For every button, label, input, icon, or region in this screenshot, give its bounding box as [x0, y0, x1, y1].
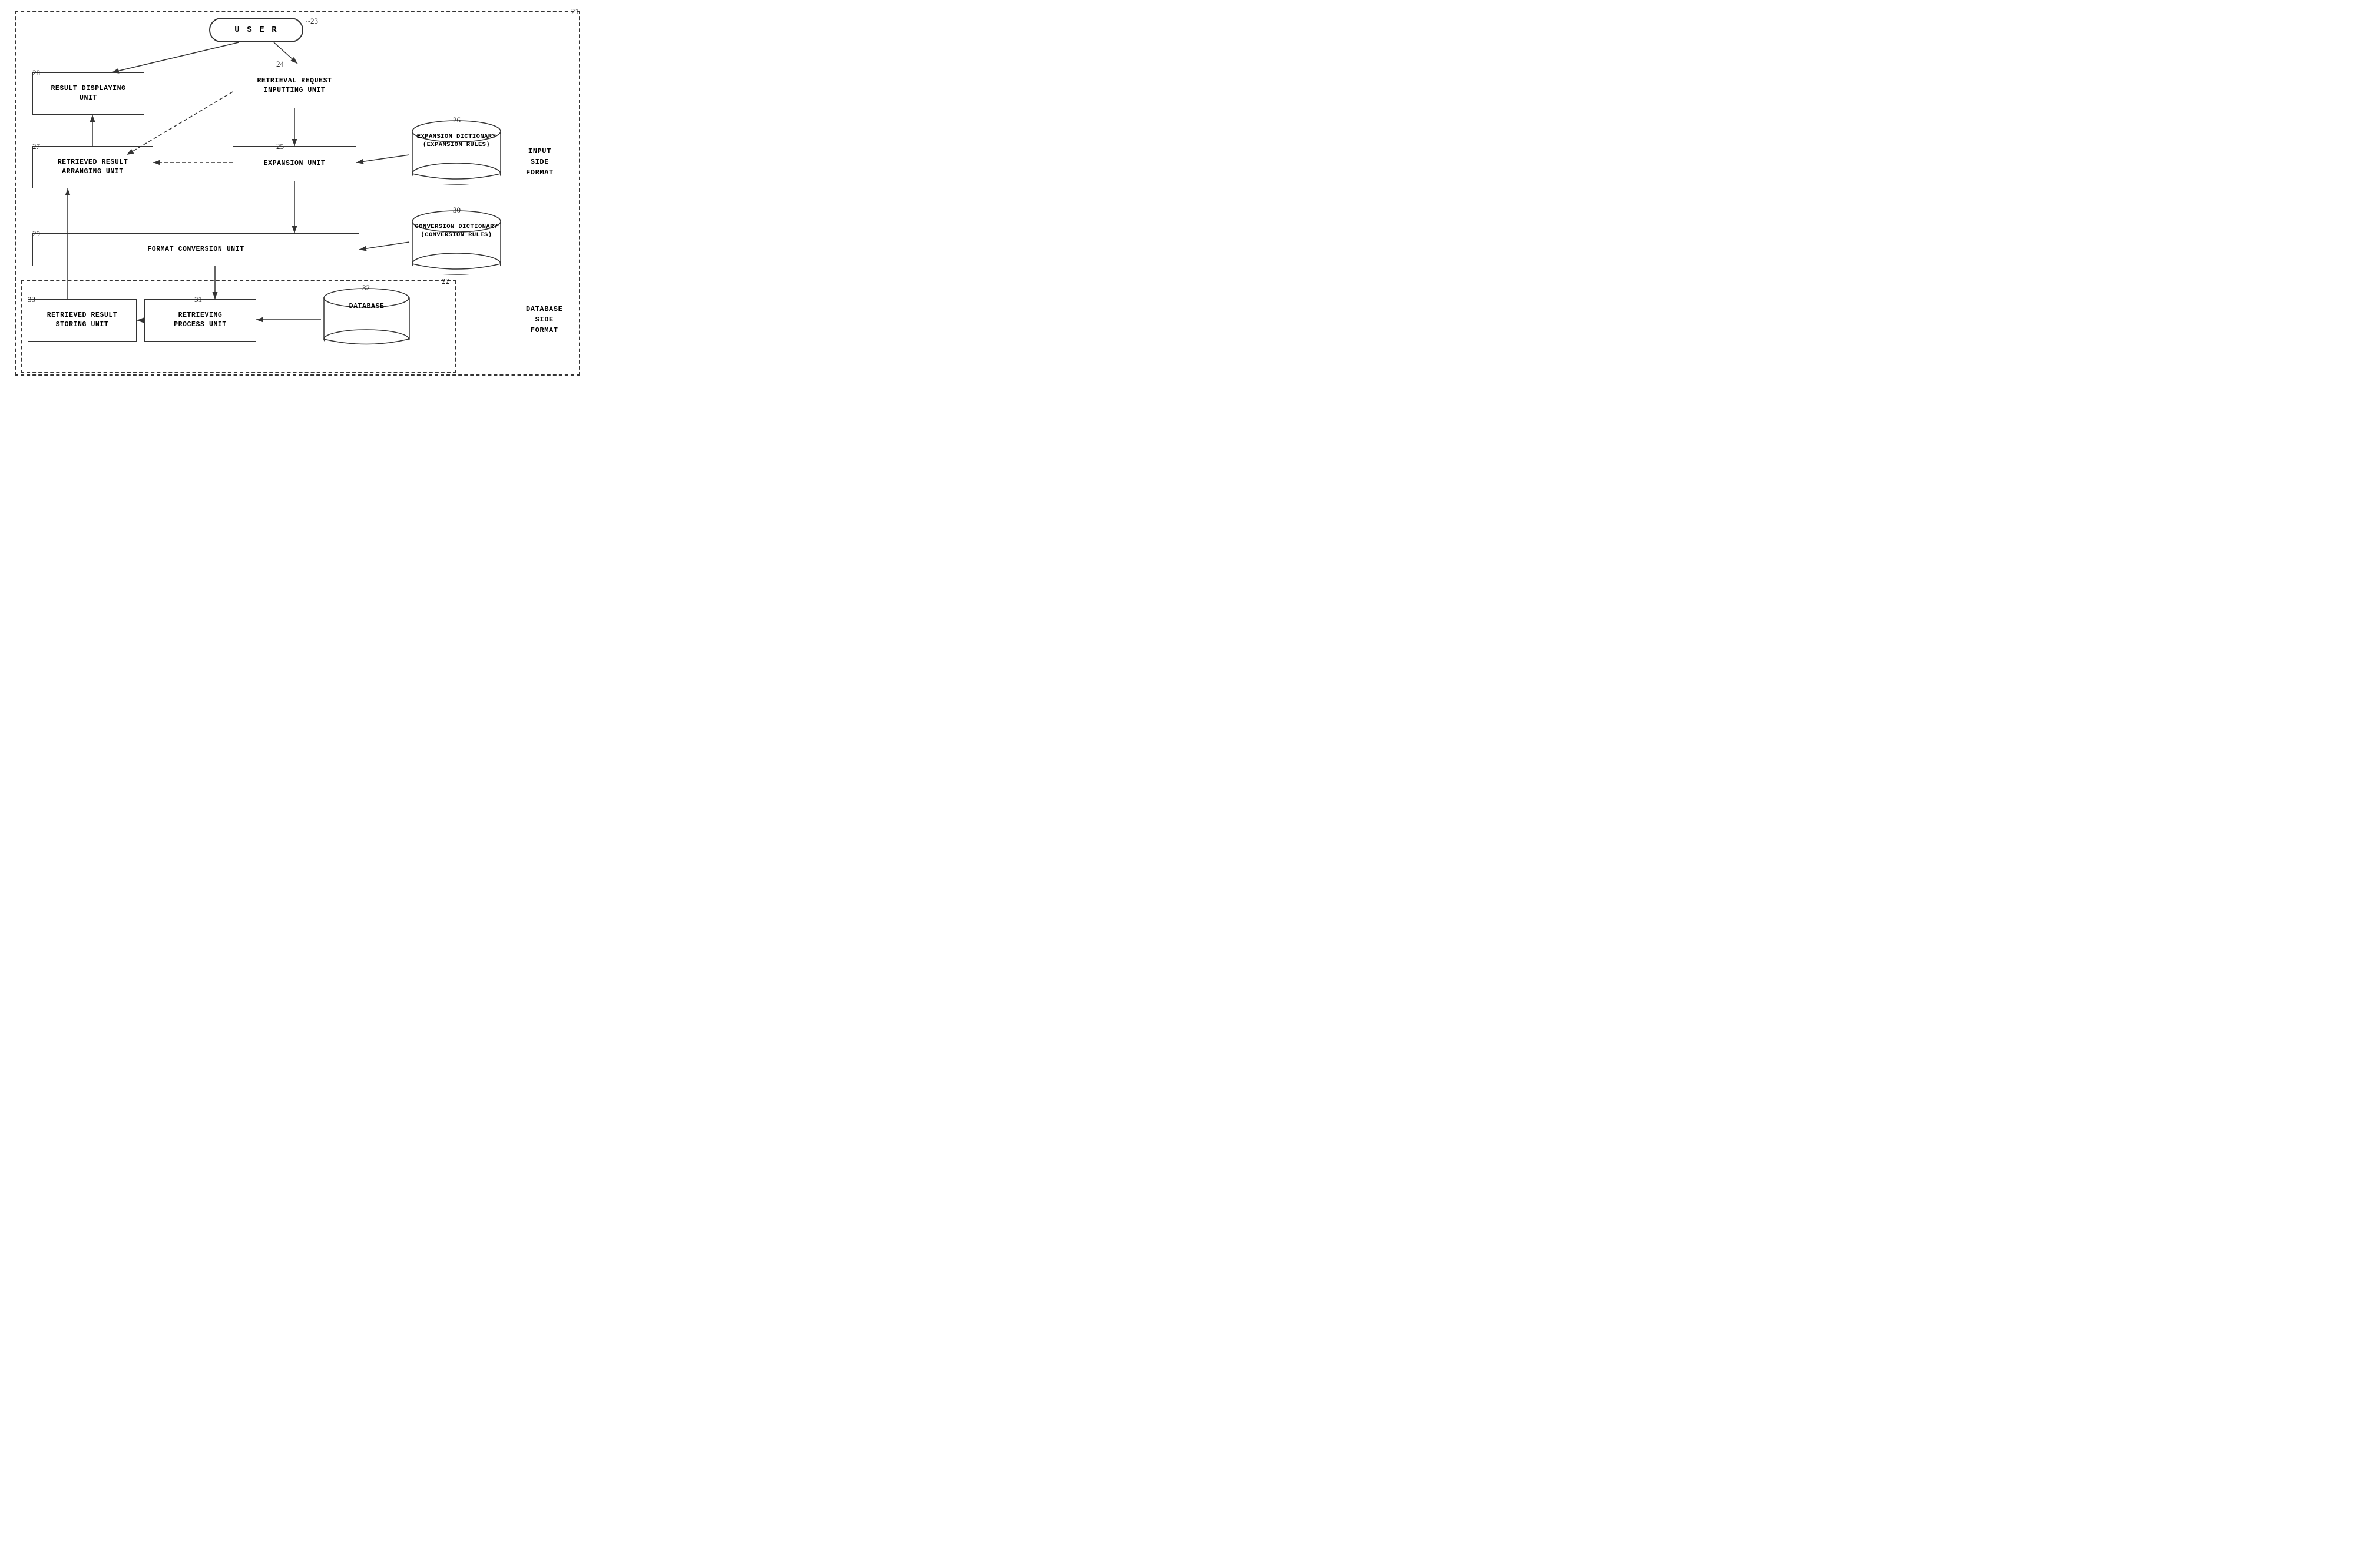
database-cylinder: DATABASE: [321, 287, 412, 349]
retrieving-process-box: RETRIEVINGPROCESS UNIT: [144, 299, 256, 342]
ref-24: 24: [276, 59, 284, 69]
user-label: U S E R: [234, 25, 278, 35]
database-side-label: DATABASESIDEFORMAT: [526, 304, 562, 336]
expansion-dictionary-cylinder: EXPANSION DICTIONARY(EXPANSION RULES): [409, 120, 504, 184]
retrieving-process-label: RETRIEVINGPROCESS UNIT: [174, 311, 227, 330]
user-node: U S E R: [209, 18, 303, 42]
expansion-unit-box: EXPANSION UNIT: [233, 146, 356, 181]
result-displaying-label: RESULT DISPLAYINGUNIT: [51, 84, 125, 103]
ref-22: 22: [442, 277, 449, 286]
ref-32: 32: [362, 283, 370, 293]
diagram-container: 21 22 U S E R ~23 RESULT DISPLAYINGUNIT …: [9, 5, 586, 382]
database-label: DATABASE: [349, 303, 385, 310]
conversion-dictionary-cylinder: CONVERSION DICTIONARY(CONVERSION RULES): [409, 210, 504, 274]
retrieved-result-storing-label: RETRIEVED RESULTSTORING UNIT: [47, 311, 118, 330]
format-conversion-box: FORMAT CONVERSION UNIT: [32, 233, 359, 266]
ref-33: 33: [28, 295, 35, 304]
ref-27: 27: [32, 142, 40, 151]
ref-29: 29: [32, 229, 40, 238]
ref-30: 30: [453, 205, 461, 215]
retrieval-request-label: RETRIEVAL REQUESTINPUTTING UNIT: [257, 77, 332, 95]
ref-23: ~23: [306, 16, 318, 26]
retrieved-result-arranging-label: RETRIEVED RESULTARRANGING UNIT: [58, 158, 128, 177]
ref-31: 31: [194, 295, 202, 304]
input-side-label: INPUTSIDEFORMAT: [526, 146, 554, 178]
retrieval-request-box: RETRIEVAL REQUESTINPUTTING UNIT: [233, 64, 356, 108]
result-displaying-box: RESULT DISPLAYINGUNIT: [32, 72, 144, 115]
ref-28: 28: [32, 68, 40, 78]
expansion-unit-label: EXPANSION UNIT: [264, 159, 326, 168]
expansion-dictionary-label: EXPANSION DICTIONARY(EXPANSION RULES): [417, 133, 496, 148]
ref-26: 26: [453, 115, 461, 125]
retrieved-result-storing-box: RETRIEVED RESULTSTORING UNIT: [28, 299, 137, 342]
conversion-dictionary-label: CONVERSION DICTIONARY(CONVERSION RULES): [415, 223, 498, 238]
format-conversion-label: FORMAT CONVERSION UNIT: [147, 245, 244, 254]
ref-21: 21: [571, 7, 579, 16]
ref-25: 25: [276, 142, 284, 151]
retrieved-result-arranging-box: RETRIEVED RESULTARRANGING UNIT: [32, 146, 153, 188]
